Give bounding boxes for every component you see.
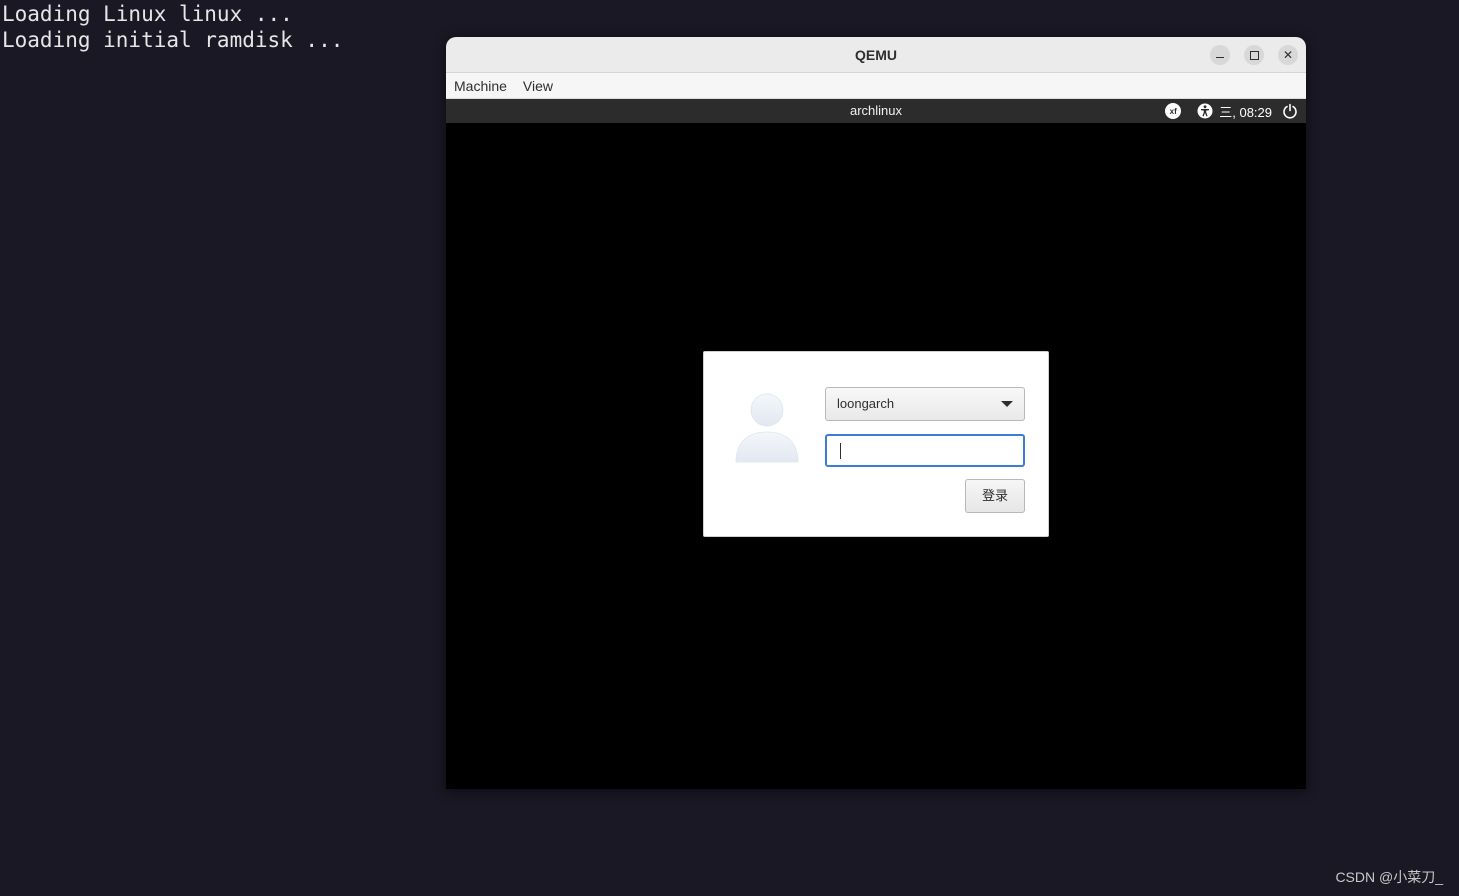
qemu-window: QEMU ✕ Machine View archlinux xf 三, 08:2…	[446, 37, 1306, 789]
close-button[interactable]: ✕	[1278, 45, 1298, 65]
maximize-button[interactable]	[1244, 45, 1264, 65]
user-avatar-icon	[734, 392, 800, 464]
minimize-icon	[1216, 57, 1224, 58]
watermark: CSDN @小菜刀_	[1335, 867, 1443, 887]
accessibility-icon[interactable]	[1197, 103, 1213, 119]
user-select-value: loongarch	[837, 396, 894, 411]
menu-view[interactable]: View	[523, 78, 553, 94]
console-line: Loading Linux linux ...	[2, 1, 343, 27]
maximize-icon	[1250, 51, 1259, 60]
console-line: Loading initial ramdisk ...	[2, 27, 343, 53]
text-caret	[840, 443, 841, 459]
close-icon: ✕	[1283, 49, 1293, 61]
power-icon[interactable]	[1282, 103, 1298, 119]
minimize-button[interactable]	[1210, 45, 1230, 65]
chevron-down-icon	[1001, 401, 1013, 407]
guest-top-panel: archlinux xf 三, 08:29	[446, 99, 1306, 123]
panel-status-area: xf 三, 08:29	[1165, 99, 1298, 123]
login-button[interactable]: 登录	[965, 479, 1025, 513]
guest-screen: loongarch 登录	[446, 124, 1306, 789]
window-title: QEMU	[446, 37, 1306, 73]
keyboard-layout-icon[interactable]: xf	[1165, 103, 1181, 119]
window-titlebar[interactable]: QEMU ✕	[446, 37, 1306, 73]
menu-bar: Machine View	[446, 73, 1306, 99]
menu-machine[interactable]: Machine	[454, 78, 507, 94]
user-select-dropdown[interactable]: loongarch	[825, 387, 1025, 421]
panel-clock[interactable]: 三, 08:29	[1219, 102, 1272, 121]
boot-console: Loading Linux linux ...Loading initial r…	[2, 1, 343, 53]
password-field[interactable]	[825, 434, 1025, 467]
login-dialog: loongarch 登录	[703, 351, 1049, 537]
